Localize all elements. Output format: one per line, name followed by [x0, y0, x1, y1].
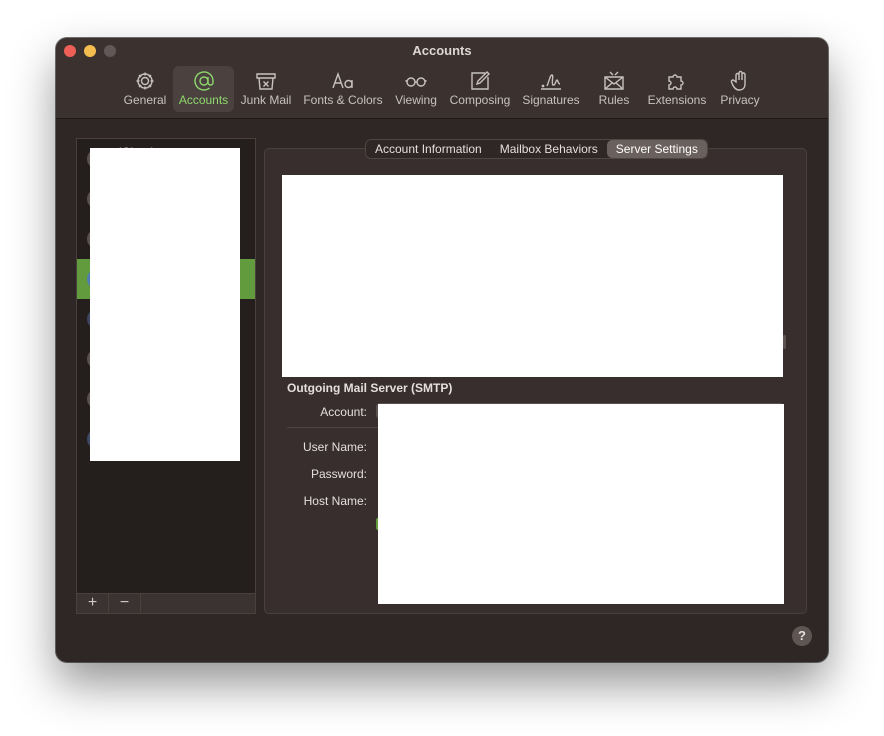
outgoing-server-heading: Outgoing Mail Server (SMTP)	[287, 381, 453, 395]
window-title: Accounts	[412, 43, 472, 58]
tab-server-settings[interactable]: Server Settings	[606, 140, 707, 158]
sidebar-footer: + −	[77, 593, 255, 613]
junk-tray-icon	[254, 69, 278, 93]
toolbar-label: Composing	[449, 93, 511, 107]
toolbar-label: Junk Mail	[240, 93, 292, 107]
toolbar-label: Rules	[598, 93, 630, 107]
toolbar-label: Signatures	[522, 93, 580, 107]
toolbar-extensions[interactable]: Extensions	[644, 66, 710, 112]
redacted-region	[282, 175, 783, 377]
toolbar-fonts-colors[interactable]: Fonts & Colors	[300, 66, 386, 112]
scroll-indicator[interactable]	[783, 335, 786, 349]
glasses-icon	[404, 69, 428, 93]
toolbar-junk-mail[interactable]: Junk Mail	[238, 66, 294, 112]
host-name-label: Host Name:	[303, 494, 367, 508]
toolbar-general[interactable]: General	[120, 66, 170, 112]
remove-account-button[interactable]: −	[109, 594, 141, 613]
hand-icon	[728, 69, 752, 93]
toolbar-label: Privacy	[720, 93, 760, 107]
toolbar-privacy[interactable]: Privacy	[716, 66, 764, 112]
toolbar-viewing[interactable]: Viewing	[390, 66, 442, 112]
puzzle-icon	[665, 69, 689, 93]
toolbar-accounts[interactable]: Accounts	[173, 66, 234, 112]
tab-account-information[interactable]: Account Information	[366, 140, 491, 158]
toolbar-signatures[interactable]: Signatures	[518, 66, 584, 112]
segmented-tabs: Account Information Mailbox Behaviors Se…	[365, 139, 708, 159]
at-sign-icon	[192, 69, 216, 93]
toolbar-label: General	[123, 93, 167, 107]
toolbar-label: Fonts & Colors	[303, 93, 383, 107]
redacted-region	[378, 404, 784, 604]
account-label: Account:	[320, 405, 367, 419]
toolbar-rules[interactable]: Rules	[590, 66, 638, 112]
titlebar: Accounts General Accounts Junk Mail Font…	[56, 38, 828, 119]
rules-envelope-icon	[602, 69, 626, 93]
toolbar-label: Viewing	[395, 93, 437, 107]
tab-mailbox-behaviors[interactable]: Mailbox Behaviors	[491, 140, 607, 158]
user-name-label: User Name:	[302, 440, 367, 454]
redacted-region	[90, 148, 240, 461]
help-button[interactable]: ?	[792, 626, 812, 646]
accounts-list: iCloud + −	[76, 138, 256, 614]
signature-icon	[539, 69, 563, 93]
toolbar-label: Extensions	[647, 93, 707, 107]
add-account-button[interactable]: +	[77, 594, 109, 613]
compose-icon	[468, 69, 492, 93]
toolbar-composing[interactable]: Composing	[446, 66, 514, 112]
gear-icon	[133, 69, 157, 93]
account-detail-panel: Account Information Mailbox Behaviors Se…	[264, 139, 807, 614]
password-label: Password:	[310, 467, 367, 481]
toolbar-label: Accounts	[178, 93, 229, 107]
font-aa-icon	[331, 69, 355, 93]
preferences-window: Accounts General Accounts Junk Mail Font…	[56, 38, 828, 662]
